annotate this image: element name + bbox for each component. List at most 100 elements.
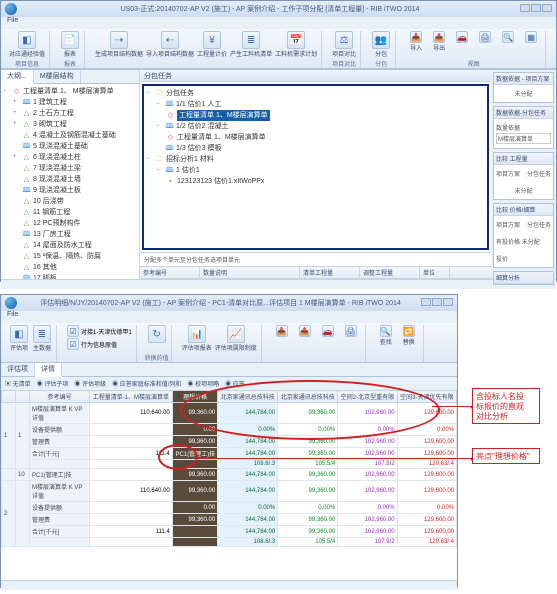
btn-eval-report[interactable]: 📊评估项报表: [182, 325, 212, 352]
table-row[interactable]: 管理费99,360.00144,784.0099,360.00102,960.0…: [2, 514, 457, 526]
btn-car-icon[interactable]: 🚗: [452, 31, 472, 43]
tree-item[interactable]: 🕮9 现浇混凝土板: [3, 185, 137, 196]
ribbon-group-subcontract: 👥分包: [367, 31, 396, 68]
btn-replace[interactable]: 🔁替换: [399, 325, 419, 346]
tree-item[interactable]: 🕮5 现浇混凝土基础: [3, 141, 137, 152]
table-row[interactable]: 10PC1(管理工)技 99,360.00144,784.0099,360.00…: [2, 469, 457, 481]
ribbon-group-report: 📄报表: [56, 31, 85, 68]
tree-item[interactable]: △14 屋面及防水工程: [3, 240, 137, 251]
btn-import-struct[interactable]: ⇠导入项目结构数据: [146, 31, 194, 58]
btn-qty-price[interactable]: ¥工程量计价: [197, 31, 227, 58]
tree-item[interactable]: △7 现浇混凝土梁: [3, 163, 137, 174]
tree-item[interactable]: +△2 土石方工程: [3, 108, 137, 119]
menubar[interactable]: File: [1, 17, 556, 29]
table-row[interactable]: 2M楼层演算单 K VP详值110,640.0099,360.00144,784…: [2, 481, 457, 502]
rg2-3: ↻: [143, 325, 172, 362]
btn-export[interactable]: 📤导出: [429, 31, 449, 52]
sidebox-datasource: 数据依据 - 项目方案未分配: [493, 72, 554, 103]
btn-gen-material[interactable]: ≣产生工料机清单: [230, 31, 272, 58]
tree-left[interactable]: −◇工程量清单 1、 M楼层演算单 +🕮1 建筑工程+△2 土石方工程+△3 砌…: [1, 84, 139, 279]
table-row[interactable]: 11M楼层演算单 K VP详值110,640.0099,360.00144,78…: [2, 403, 457, 424]
tab-detail[interactable]: 详情: [35, 363, 62, 377]
ribbon-group-compare: ⚖项目对比: [328, 31, 361, 68]
tree-item[interactable]: +△6 现浇混凝土柱: [3, 152, 137, 163]
btn-subcontract[interactable]: 👥分包: [371, 31, 391, 58]
annotation-box-1: [472, 388, 540, 424]
btn-master[interactable]: ≣主数据: [32, 325, 52, 352]
btn-find-icon[interactable]: 🔍: [498, 31, 518, 43]
rg2-1: ◧评估项 ≣主数据: [5, 325, 57, 362]
tree-item[interactable]: △11 钢筋工程: [3, 207, 137, 218]
btn-find[interactable]: 🔍查找: [376, 325, 396, 346]
table-row[interactable]: 合计[千元]111.4144,784.0099,360.00102,960.00…: [2, 526, 457, 538]
tree-item[interactable]: 🕮17 脚板: [3, 273, 137, 279]
table-row[interactable]: 设备提供额0.000.00%0.00%0.00%0.00%: [2, 502, 457, 514]
btn-material-plan[interactable]: 📅工料机需求计划: [275, 31, 317, 58]
titlebar-2: 评估明细/N/JY/20140702-AP V2 (施工) - AP 案例介绍 …: [1, 295, 457, 311]
rg2-5: 📥 📤 🚗 🖨: [268, 325, 366, 362]
btn-print-2[interactable]: 🖨: [341, 325, 361, 337]
sidebox-compare-qty: 比较 工程量 项目方案分包任务 未分配: [493, 152, 554, 200]
tab-eval[interactable]: 评估项: [1, 363, 35, 376]
btn-compare[interactable]: ⚖项目对比: [332, 31, 356, 58]
window-controls-2[interactable]: [420, 298, 453, 308]
btn-car-2[interactable]: 🚗: [318, 325, 338, 337]
table-row[interactable]: 108.6/.3105.5/4107.9/2120.63/.4: [2, 538, 457, 547]
tab-outline[interactable]: 大纲...: [1, 70, 34, 84]
check-icon[interactable]: ☑: [67, 325, 79, 337]
ribbon-group-structure: ⇢生成项目结构数据 ⇠导入项目结构数据 ¥工程量计价 ≣产生工料机清单 📅工料机…: [91, 31, 322, 68]
btn-report[interactable]: 📄报表: [60, 31, 80, 58]
btn-eval-limit[interactable]: 📈评估项属限制度: [215, 325, 257, 352]
ribbon-2: ◧评估项 ≣主数据 ☑对接1-天津优德甲1 ☑行为信息原值 ↻ 📊评估项报表 📈…: [1, 323, 457, 363]
tree-item[interactable]: △10 后浇带: [3, 196, 137, 207]
workarea: 大纲...M楼层结构 −◇工程量清单 1、 M楼层演算单 +🕮1 建筑工程+△2…: [1, 69, 556, 279]
sidebox-subtask: 数据依据-分包任务 数量依据M楼层演算单: [493, 106, 554, 149]
table-row[interactable]: 108.6/.3105.5/4107.9/2120.63/.4: [2, 460, 457, 469]
tree-item[interactable]: △4 混凝土及钢筋混凝土基础: [3, 130, 137, 141]
filter-row[interactable]: ▣ 无清单 ◉ 评估子项 ◉ 评估项级 ◉ 应答家庭标准和值/列和 ◉ 校项项略…: [1, 377, 457, 390]
ribbon-group-project: ◧对应通经验值: [5, 31, 50, 68]
tab-floor[interactable]: M楼层结构: [34, 70, 81, 83]
tabstrip-2: 评估项 详情: [1, 363, 457, 377]
btn-import[interactable]: 📥导入: [406, 31, 426, 52]
table-row[interactable]: 管理费99,360.00144,784.0099,360.00102,960.0…: [2, 436, 457, 448]
app-window-1: US03-正式:20140702-AP V2 (施工) - AP 案例介绍 - …: [0, 0, 557, 282]
btn-gen-struct[interactable]: ⇢生成项目结构数据: [95, 31, 143, 58]
menubar-2[interactable]: File: [1, 311, 457, 323]
statusbar: [1, 279, 556, 289]
window-title: US03-正式:20140702-AP V2 (施工) - AP 案例介绍 - …: [21, 4, 519, 14]
tree-item[interactable]: 🕮13 厂房工程: [3, 229, 137, 240]
rg2-4: 📊评估项报表 📈评估项属限制度: [178, 325, 262, 362]
statusbar-2: [1, 580, 457, 590]
window-controls[interactable]: [519, 4, 552, 14]
tree-item[interactable]: △16 其他: [3, 262, 137, 273]
ribbon: ◧对应通经验值 📄报表 ⇢生成项目结构数据 ⇠导入项目结构数据 ¥工程量计价 ≣…: [1, 29, 556, 69]
sidebox-compare-price: 比较 价格/细算 项目方案分包任务 有投价格 未分配 投价: [493, 203, 554, 268]
grid-area[interactable]: 参考编号 工程量清单-1、M楼层演算单 理想价格 北京家通讯总技科技 北京家通讯…: [1, 390, 457, 580]
grid-columns[interactable]: 参考编号 数量说明 清单工程量 调整工程量 单位: [140, 266, 491, 279]
btn-exp-value[interactable]: ◧对应通经验值: [9, 31, 45, 58]
tree-center[interactable]: −🗀分包任务 −🕮1/1 估价1 人工 ◇工程量清单 1、M楼层演算单 −🕮1/…: [144, 86, 487, 189]
btn-import-2[interactable]: 📥: [272, 325, 292, 337]
window-title-2: 评估明细/N/JY/20140702-AP V2 (施工) - AP 案例介绍 …: [21, 298, 420, 308]
tree-item[interactable]: +🕮1 建筑工程: [3, 97, 137, 108]
btn-view-icon[interactable]: ▦: [521, 31, 541, 43]
sidebox-analysis: 细算分析: [493, 271, 554, 285]
table-row[interactable]: 设备提供额0.000.00%0.00%0.00%0.00%: [2, 424, 457, 436]
rg2-6: 🔍查找 🔁替换: [372, 325, 424, 362]
ribbon-group-view: 📥导入 📤导出 🚗 🖨 🔍 ▦: [402, 31, 546, 68]
data-grid[interactable]: 参考编号 工程量清单-1、M楼层演算单 理想价格 北京家通讯总技科技 北京家通讯…: [1, 390, 457, 547]
tree-item[interactable]: △8 现浇混凝土墙: [3, 174, 137, 185]
tree-item[interactable]: +△3 砌筑工程: [3, 119, 137, 130]
side-panels: 数据依据 - 项目方案未分配 数据依据-分包任务 数量依据M楼层演算单 比较 工…: [491, 70, 556, 279]
app-window-2: 评估明细/N/JY/20140702-AP V2 (施工) - AP 案例介绍 …: [0, 294, 458, 588]
tree-item[interactable]: △15 ²保温、隔热、防腐: [3, 251, 137, 262]
tree-item[interactable]: △12 PC预制构件: [3, 218, 137, 229]
btn-eval[interactable]: ◧评估项: [9, 325, 29, 352]
btn-convert[interactable]: ↻: [147, 325, 167, 343]
titlebar: US03-正式:20140702-AP V2 (施工) - AP 案例介绍 - …: [1, 1, 556, 17]
app-logo-icon: [5, 3, 17, 15]
btn-export-2[interactable]: 📤: [295, 325, 315, 337]
check-icon[interactable]: ☑: [67, 338, 79, 350]
btn-print-icon[interactable]: 🖨: [475, 31, 495, 43]
